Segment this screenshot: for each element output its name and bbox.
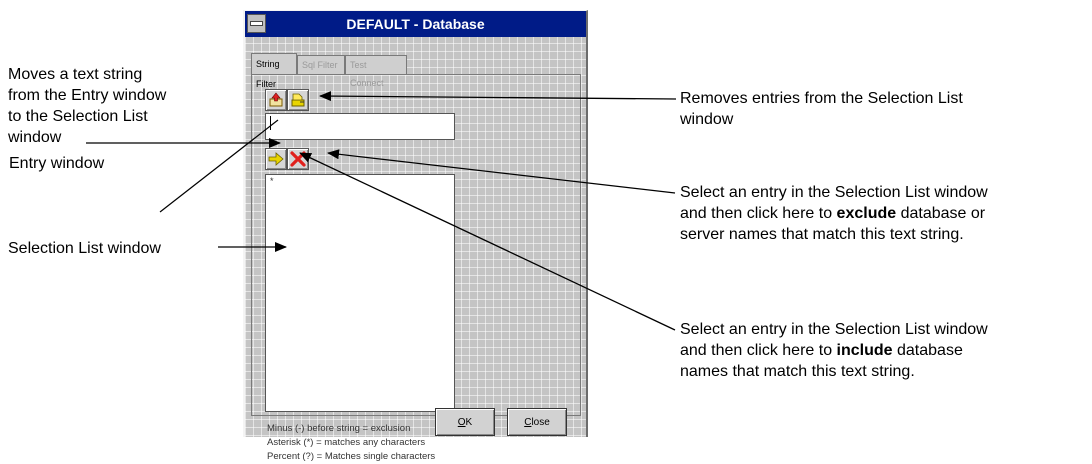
help-figure: Moves a text string from the Entry windo… — [0, 0, 1092, 462]
ok-button[interactable]: OK — [435, 408, 495, 436]
remove-entries-button[interactable] — [287, 89, 309, 111]
text-caret — [270, 116, 271, 130]
red-x-icon — [290, 151, 306, 167]
entry-window[interactable] — [265, 113, 455, 140]
close-button[interactable]: Close — [507, 408, 567, 436]
selection-list-window[interactable]: * — [265, 174, 455, 412]
window-title: DEFAULT - Database — [346, 16, 485, 32]
annotation-move-text: Moves a text string from the Entry windo… — [8, 66, 167, 146]
title-bar: DEFAULT - Database — [245, 11, 586, 37]
tab-sql-filter[interactable]: Sql Filter — [297, 55, 345, 75]
annotation-removes-entries: Removes entries from the Selection List … — [680, 90, 963, 128]
tab-test-connect[interactable]: Test Connect — [345, 55, 407, 88]
add-to-list-button[interactable] — [265, 89, 287, 111]
database-dialog: DEFAULT - Database String Filter Sql Fil… — [243, 10, 588, 462]
tab-string-filter[interactable]: String Filter — [251, 53, 297, 89]
remove-entries-icon — [291, 93, 305, 107]
annotation-selection-list-window: Selection List window — [8, 240, 161, 257]
exclude-button[interactable] — [287, 148, 309, 170]
list-item[interactable]: * — [266, 175, 454, 187]
include-button[interactable] — [265, 148, 287, 170]
arrow-right-icon — [268, 152, 284, 166]
annotation-exclude: Select an entry in the Selection List wi… — [680, 184, 988, 243]
legend-line: Asterisk (*) = matches any characters — [267, 437, 426, 448]
annotation-entry-window: Entry window — [9, 155, 105, 172]
annotation-include: Select an entry in the Selection List wi… — [680, 321, 988, 380]
legend-line: Percent (?) = Matches single characters — [267, 451, 436, 462]
system-menu-icon[interactable] — [247, 14, 266, 33]
add-to-list-icon — [269, 92, 283, 107]
